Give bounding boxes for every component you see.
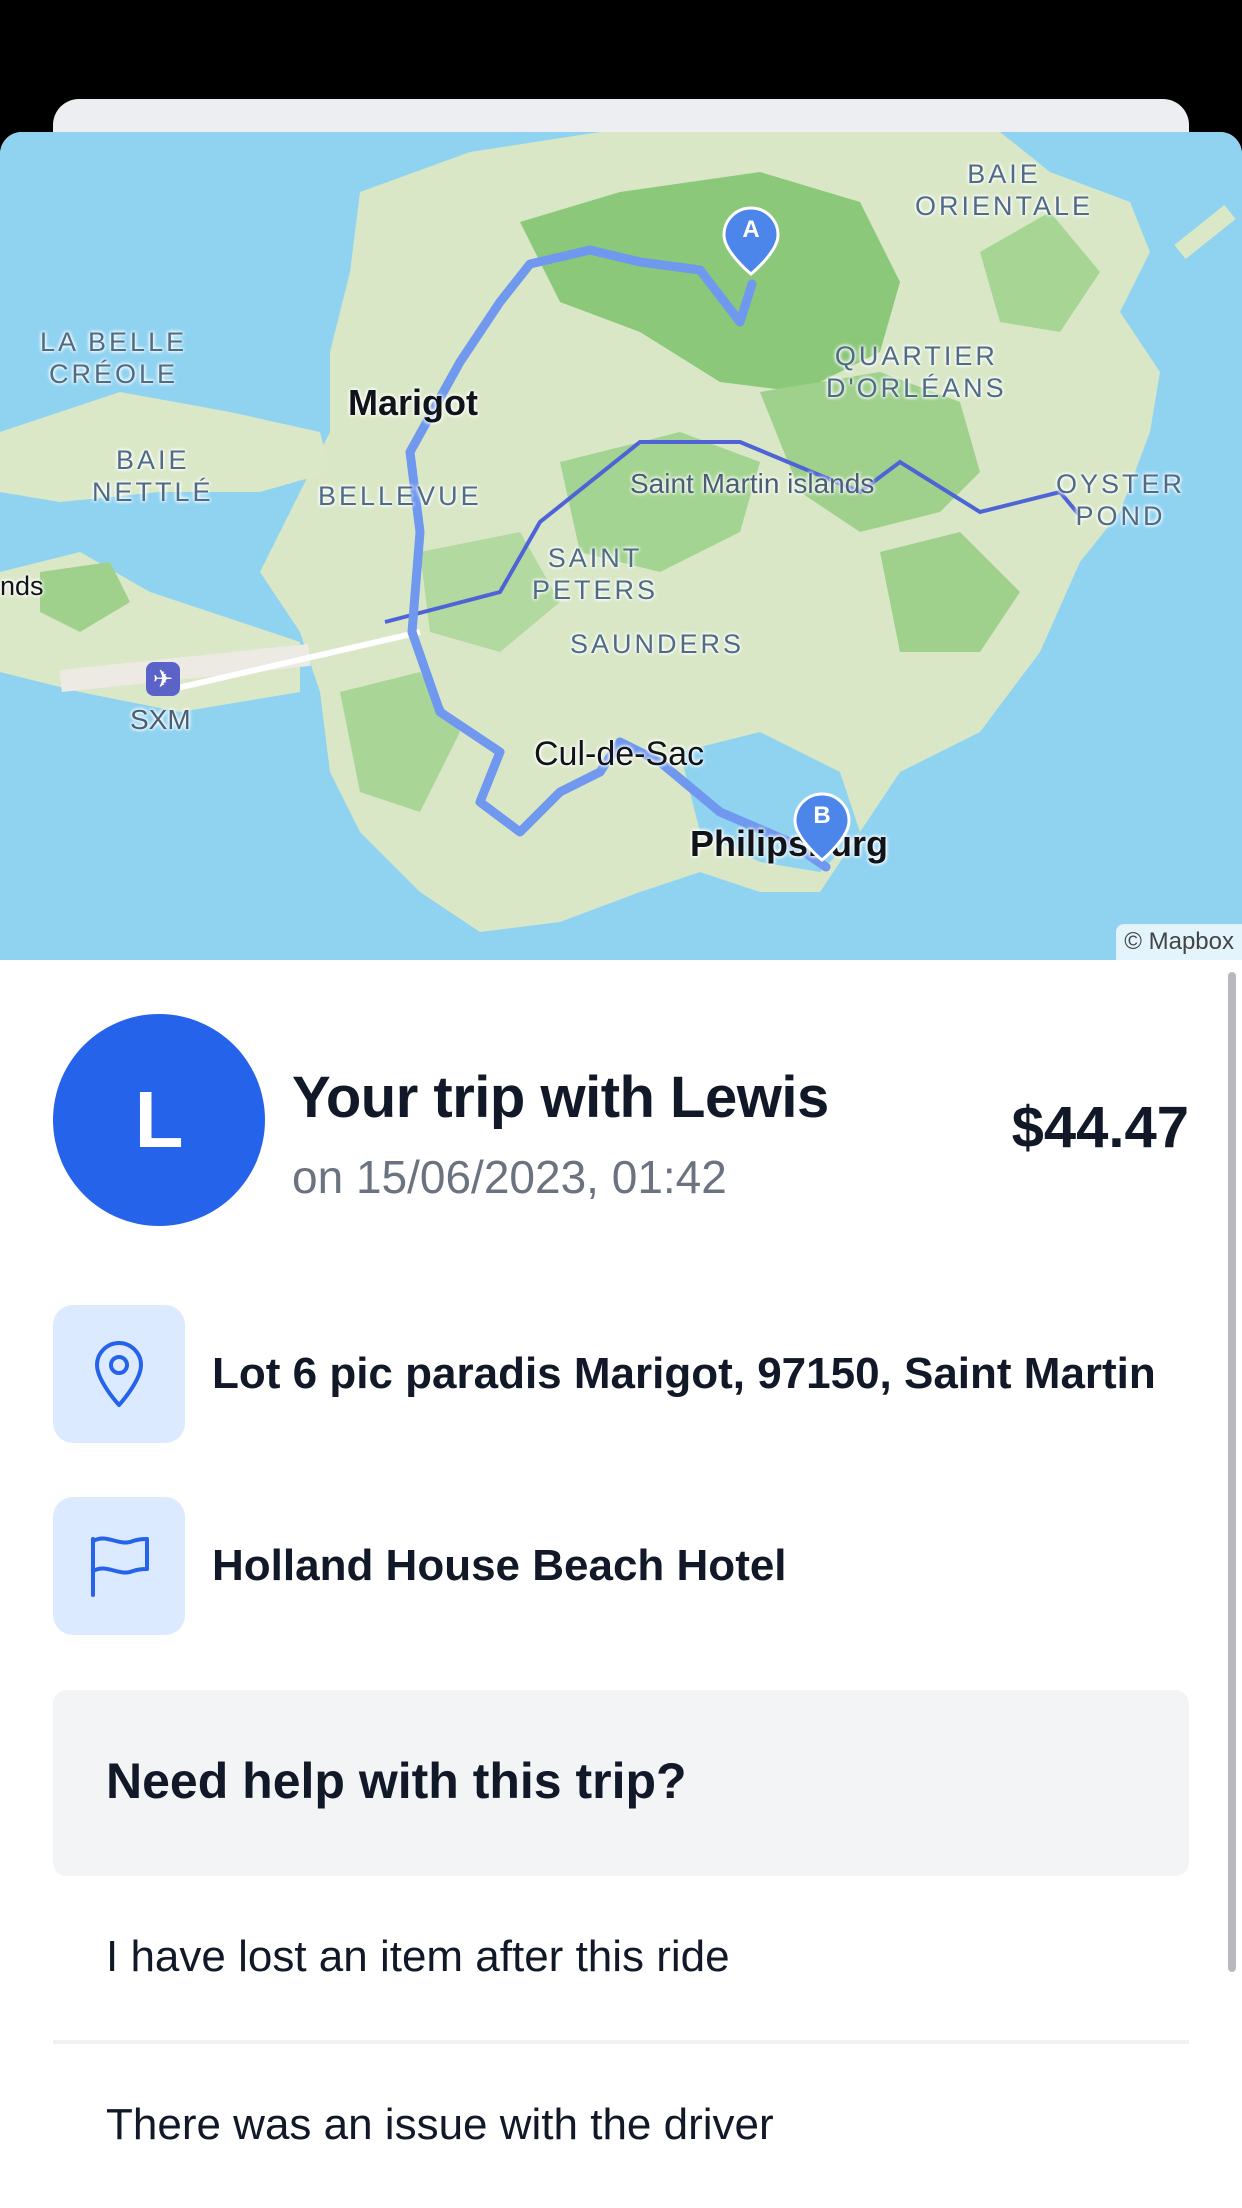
- trip-date: on 15/06/2023, 01:42: [292, 1151, 727, 1203]
- help-item-label: I have lost an item after this ride: [106, 1932, 730, 1981]
- map-label-la-belle-creole: LA BELLE CRÉOLE: [40, 327, 188, 389]
- map-label-baie-orientale: BAIE ORIENTALE: [915, 159, 1094, 221]
- trip-price: $44.47: [1011, 1095, 1189, 1160]
- map-label-cul-de-sac: Cul-de-Sac: [534, 735, 705, 773]
- trip-header: L Your trip with Lewis on 15/06/2023, 01…: [53, 1014, 1189, 1226]
- route-map[interactable]: BAIE ORIENTALE LA BELLE CRÉOLE Marigot Q…: [0, 132, 1242, 960]
- driver-avatar: L: [53, 1014, 265, 1226]
- help-title: Need help with this trip?: [106, 1753, 687, 1809]
- trip-title: Your trip with Lewis: [292, 1065, 829, 1130]
- map-label-quartier-dorleans: QUARTIER D'ORLÉANS: [826, 341, 1007, 403]
- pickup-marker-label: A: [742, 216, 760, 243]
- scrollbar[interactable]: [1228, 972, 1236, 1972]
- airport-icon: ✈: [146, 662, 180, 696]
- map-label-saint-peters: SAINT PETERS: [532, 543, 659, 605]
- map-label-baie-nettle: BAIE NETTLÉ: [92, 445, 214, 507]
- map-label-philipsburg: Philipsburg: [690, 823, 888, 864]
- pickup-marker[interactable]: A: [722, 206, 780, 276]
- map-label-saunders: SAUNDERS: [570, 629, 745, 659]
- dropoff-marker[interactable]: B: [793, 792, 851, 862]
- dropoff-stop: Holland House Beach Hotel: [53, 1497, 1189, 1635]
- trip-detail-sheet: BAIE ORIENTALE LA BELLE CRÉOLE Marigot Q…: [0, 132, 1242, 2208]
- map-attribution[interactable]: © Mapbox: [1116, 924, 1242, 960]
- help-item-lost-item[interactable]: I have lost an item after this ride: [53, 1876, 1189, 2042]
- map-label-oyster-pond: OYSTER POND: [1056, 469, 1186, 531]
- pickup-stop: Lot 6 pic paradis Marigot, 97150, Saint …: [53, 1305, 1189, 1443]
- dropoff-address: Holland House Beach Hotel: [212, 1541, 787, 1590]
- map-label-sxm: SXM: [130, 704, 191, 735]
- pickup-address: Lot 6 pic paradis Marigot, 97150, Saint …: [212, 1349, 1156, 1398]
- help-item-label: There was an issue with the driver: [106, 2100, 774, 2149]
- help-item-driver-issue[interactable]: There was an issue with the driver: [53, 2044, 1189, 2208]
- map-label-bellevue: BELLEVUE: [318, 481, 482, 511]
- map-label-marigot: Marigot: [348, 382, 478, 423]
- flag-icon: [53, 1497, 185, 1635]
- help-section-header: Need help with this trip?: [53, 1690, 1189, 1876]
- dropoff-marker-label: B: [813, 802, 831, 829]
- location-pin-icon: [53, 1305, 185, 1443]
- map-label-saint-martin-islands: Saint Martin islands: [630, 468, 875, 499]
- map-label-nds: nds: [0, 571, 44, 601]
